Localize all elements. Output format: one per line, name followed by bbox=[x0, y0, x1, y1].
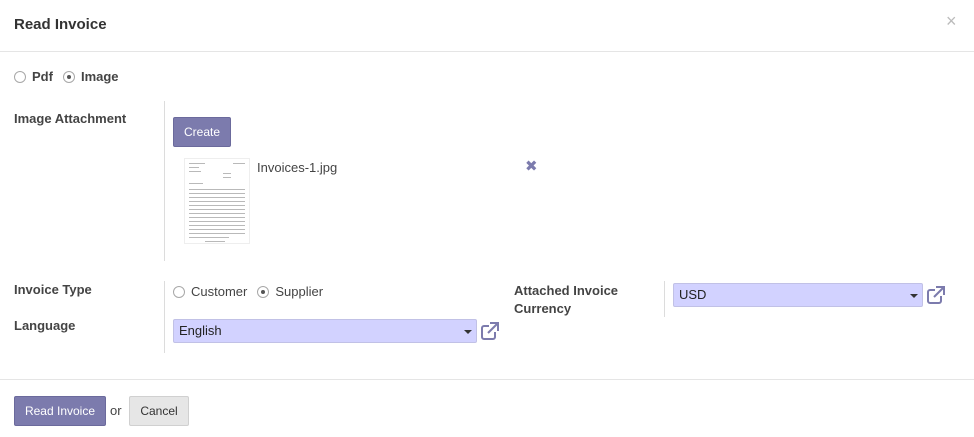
cancel-button[interactable]: Cancel bbox=[129, 396, 189, 426]
pdf-label: Pdf bbox=[32, 69, 53, 84]
image-attachment-label: Image Attachment bbox=[14, 111, 127, 126]
image-option[interactable]: Image bbox=[62, 69, 119, 84]
language-label: Language bbox=[14, 318, 76, 333]
field-divider bbox=[164, 281, 165, 353]
currency-label-line1: Attached Invoice bbox=[514, 283, 619, 298]
field-divider bbox=[664, 281, 665, 317]
supplier-radio[interactable] bbox=[257, 285, 270, 298]
close-icon[interactable]: × bbox=[946, 12, 957, 30]
attachment-file-name[interactable]: Invoices-1.jpg bbox=[257, 160, 337, 175]
dialog-title: Read Invoice bbox=[14, 16, 107, 33]
image-label: Image bbox=[80, 69, 119, 84]
invoice-type-group: Customer Supplier bbox=[173, 284, 333, 299]
create-button[interactable]: Create bbox=[173, 117, 231, 147]
customer-label: Customer bbox=[191, 284, 248, 299]
customer-option[interactable]: Customer bbox=[173, 284, 247, 299]
external-link-icon[interactable] bbox=[480, 321, 500, 341]
invoice-type-label: Invoice Type bbox=[14, 282, 92, 297]
pdf-option[interactable]: Pdf bbox=[14, 69, 53, 84]
or-text: or bbox=[110, 403, 122, 418]
read-invoice-button[interactable]: Read Invoice bbox=[14, 396, 106, 426]
currency-label: Attached Invoice Currency bbox=[514, 282, 618, 318]
chevron-down-icon bbox=[464, 330, 472, 334]
pdf-radio[interactable] bbox=[14, 70, 26, 83]
currency-select[interactable]: USD bbox=[673, 283, 923, 307]
supplier-label: Supplier bbox=[275, 284, 324, 299]
currency-label-line2: Currency bbox=[514, 301, 572, 316]
attachment-thumbnail[interactable] bbox=[184, 158, 250, 244]
source-type-group: Pdf Image bbox=[14, 69, 129, 84]
language-value: English bbox=[179, 323, 222, 338]
supplier-option[interactable]: Supplier bbox=[257, 284, 323, 299]
currency-value: USD bbox=[679, 287, 707, 302]
language-select[interactable]: English bbox=[173, 319, 477, 343]
customer-radio[interactable] bbox=[173, 285, 185, 298]
dialog-header: Read Invoice × bbox=[0, 0, 974, 52]
external-link-icon[interactable] bbox=[926, 285, 946, 305]
image-radio[interactable] bbox=[62, 70, 75, 83]
chevron-down-icon bbox=[910, 294, 918, 298]
field-divider bbox=[164, 101, 165, 261]
remove-icon[interactable]: ✖ bbox=[525, 157, 538, 175]
